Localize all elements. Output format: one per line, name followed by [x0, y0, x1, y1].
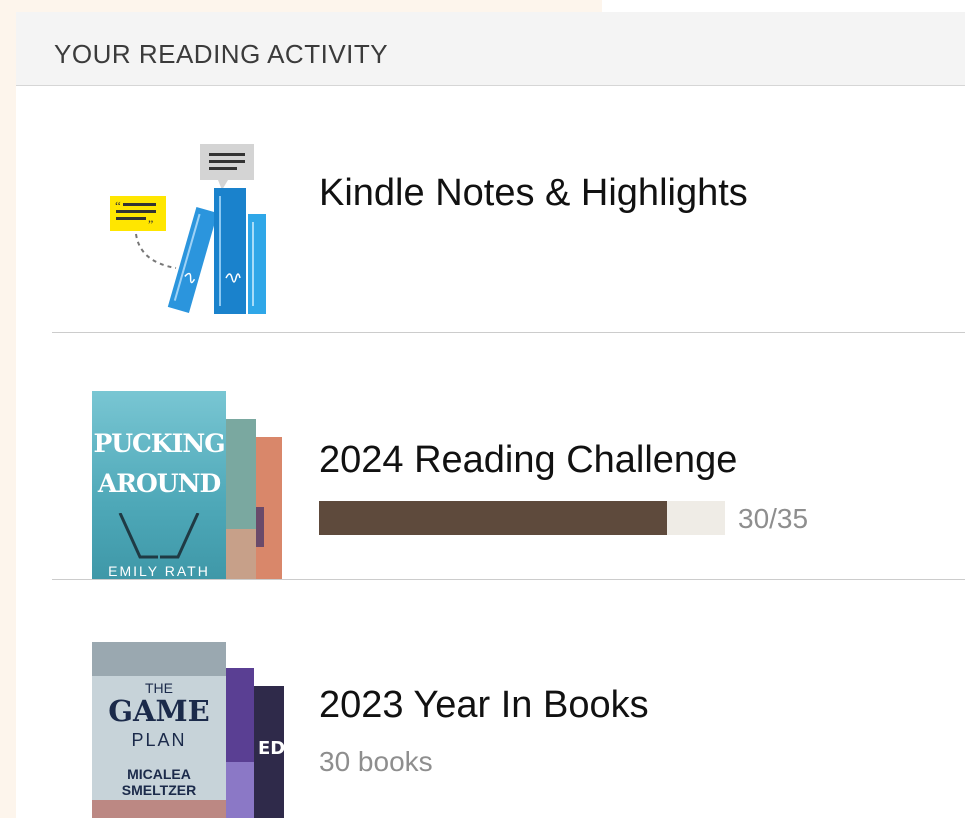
- reading-challenge-title: 2024 Reading Challenge: [319, 439, 738, 481]
- cover-author-line2: SMELTZER: [121, 782, 197, 798]
- reading-activity-panel: YOUR READING ACTIVITY “ ” Kindle Notes &…: [16, 12, 965, 818]
- svg-text:”: ”: [148, 217, 153, 231]
- cover-title-line2: GAME: [108, 694, 210, 728]
- cover-title-line3: PLAN: [131, 730, 187, 750]
- cover-author-line1: MICALEA: [127, 766, 191, 782]
- challenge-progress-bar: [319, 501, 725, 535]
- book-cover-2: [222, 668, 254, 818]
- challenge-progress-fill: [319, 501, 667, 535]
- book-cover-game-plan: THE GAME PLAN MICALEA SMELTZER: [92, 642, 226, 818]
- cover-title-line2: AROUND: [97, 469, 221, 498]
- hockey-sticks-graphic: [118, 513, 200, 559]
- cover-author: EMILY RATH: [108, 563, 210, 579]
- section-title: YOUR READING ACTIVITY: [54, 39, 389, 69]
- page-frame-top: [0, 0, 602, 12]
- year-in-books-row[interactable]: ED THE GAME PLAN MICALEA SMELTZER 2023 Y…: [16, 580, 965, 818]
- page-frame-left: [0, 0, 16, 818]
- year-in-books-title: 2023 Year In Books: [319, 684, 649, 726]
- cover-title-line1: PUCKING: [93, 429, 225, 458]
- books-notes-highlights-icon: “ ”: [110, 144, 266, 314]
- reading-challenge-row[interactable]: PUCKING AROUND EMILY RATH 2024 Reading C…: [16, 333, 965, 580]
- kindle-notes-row[interactable]: “ ” Kindle Notes & Highlights: [16, 86, 965, 333]
- year-in-books-count: 30 books: [319, 746, 433, 777]
- book-cover-pucking-around: PUCKING AROUND EMILY RATH: [92, 391, 226, 579]
- kindle-notes-title: Kindle Notes & Highlights: [319, 172, 748, 214]
- book-cover-2: [224, 419, 256, 579]
- section-header: YOUR READING ACTIVITY: [16, 12, 965, 86]
- challenge-progress-count: 30/35: [738, 503, 809, 534]
